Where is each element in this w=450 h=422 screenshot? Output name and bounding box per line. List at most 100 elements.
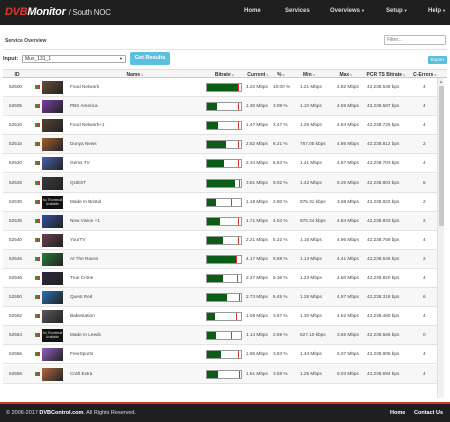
bitrate-bar [206,83,242,92]
cell-min: 1.15 Mbps [300,236,322,242]
channel-thumbnail[interactable] [42,176,63,190]
footer-home-link[interactable]: Home [390,410,405,416]
table-scrollbar[interactable]: ▲ [437,78,444,398]
channel-thumbnail[interactable] [42,291,63,305]
table-row[interactable]: No Thumbnail Available 52554 Made In Leeds… [3,326,439,346]
filter-input[interactable] [384,35,446,45]
channel-thumbnail[interactable]: No Thumbnail Available [42,195,63,209]
copyright-prefix: © 2006-2017 [6,410,38,416]
cell-current: 2.27 Mbps [246,275,268,280]
channel-thumbnail[interactable] [42,119,63,133]
nav-label: Help [428,8,442,14]
cell-errors: 2 [423,198,426,204]
table-row[interactable]: 52556 FreeSports 1.86 Mbps 3.83 % 1.44 Mbps 6… [3,345,439,365]
footer: © 2006-2017 DVBControl.com. All Rights R… [0,404,450,422]
table-row[interactable]: No Thumbnail Available 52530 Made In Brist… [3,193,439,212]
bitrate-max-marker [230,332,232,340]
cell-max: 4.62 Mbps [337,313,359,319]
channel-thumbnail[interactable] [42,310,63,324]
channel-thumbnail[interactable] [42,138,63,152]
cell-pcr: 42,238.812 bps [367,141,400,147]
export-button[interactable]: Export [428,56,447,64]
footer-contact-link[interactable]: Contact Us [414,410,443,416]
bitrate-bar [206,350,242,360]
bitrate-max-marker [239,370,240,378]
table-row[interactable]: 52540 YourTV 2.21 Mbps 5.22 % 1.15 Mbps 4.96 … [3,231,439,250]
input-select-value: Mux_131_1 [25,56,52,62]
table-row[interactable]: 52525 QUEST 3.81 Mbps 9.02 % 1.42 Mbps 5.26 M… [3,173,439,193]
cell-pcr: 42,238.833 bps [367,217,400,223]
status-flag-icon [35,199,40,204]
cell-min: 1.23 Mbps [300,275,322,280]
cell-current: 2.62 Mbps [246,141,268,147]
copyright-brand-link[interactable]: DVBControl.com [39,410,83,416]
nav-help[interactable]: Help▼ [428,8,446,14]
channel-thumbnail[interactable]: No Thumbnail Available [42,329,63,343]
table-row[interactable]: 52550 Quest Red 2.73 Mbps 6.45 % 1.28 Mbps 4.… [3,288,439,308]
nav-label: Overviews [330,8,361,14]
scrollbar-thumb[interactable] [439,86,444,226]
cell-max: 4.87 Mbps [337,160,359,166]
table-row[interactable]: 52520 Gems TV 2.34 Mbps 5.53 % 1.41 Mbps 4.87… [3,154,439,174]
table-row[interactable]: 52510 Food Network+1 1.47 Mbps 3.47 % 1.26 M… [3,116,439,136]
caret-down-icon: ▼ [442,8,446,13]
nav-setup[interactable]: Setup▼ [386,8,408,14]
status-flag-icon [35,276,40,280]
nav-home[interactable]: Home [244,8,261,14]
table-row[interactable]: 52546 True Crime 2.27 Mbps 5.36 % 1.23 Mbps 4… [3,269,439,288]
bitrate-bar-fill [207,255,237,263]
brand-monitor: Monitor [27,6,66,18]
nav-label: Setup [386,8,403,14]
channel-thumbnail[interactable] [42,81,63,94]
cell-pct: 9.02 % [273,179,288,185]
channel-thumbnail[interactable] [42,252,63,266]
scroll-up-icon[interactable]: ▲ [439,79,443,84]
sort-icon: ⇅ [281,73,285,77]
channel-thumbnail[interactable] [42,233,63,247]
table-row[interactable]: 52500 Food Network 4.22 Mbps 10.00 % 1.21 Mb… [3,78,439,97]
cell-current: 4.22 Mbps [246,84,268,89]
bitrate-bar [206,254,242,264]
cell-max: 3.68 Mbps [337,198,359,204]
cell-id: 52535 [9,217,23,223]
cell-current: 2.73 Mbps [246,294,268,300]
channel-thumbnail[interactable] [42,272,63,285]
cell-id: 52552 [9,313,23,319]
cell-pct: 2.80 % [273,198,288,204]
channel-thumbnail[interactable] [42,100,63,114]
bitrate-max-marker [237,103,239,111]
table-row[interactable]: 52535 New Vision +1 1.71 Mbps 4.04 % 875.34 … [3,211,439,231]
cell-pct: 3.08 % [273,103,288,109]
sort-icon: ⇅ [433,73,437,77]
table-row[interactable]: 52515 Dunya News 2.62 Mbps 6.21 % 767.05 kbp… [3,135,439,155]
nav-overviews[interactable]: Overviews▼ [330,8,365,14]
channel-thumbnail[interactable] [42,214,63,228]
cell-current: 4.17 Mbps [246,255,268,261]
cell-pct: 9.88 % [273,255,288,261]
bitrate-bar-fill [207,141,227,149]
cell-name: True Crime [70,275,94,280]
table-row[interactable]: 52558 Craft Extra 1.51 Mbps 3.58 % 1.25 Mbps… [3,364,439,384]
bitrate-max-marker [236,275,238,282]
bitrate-max-marker [237,160,239,168]
bitrate-max-marker [238,236,240,244]
status-flag-icon [35,352,40,357]
channel-thumbnail[interactable] [42,367,63,381]
get-results-button[interactable]: Get Results [130,52,170,65]
table-row[interactable]: 52552 Babestation 1.08 Mbps 3.87 % 1.30 Mbps… [3,307,439,327]
table-row[interactable]: 52505 PBS America 1.30 Mbps 3.08 % 1.10 Mbps… [3,97,439,117]
status-flag-icon [35,237,40,242]
bitrate-bar [206,312,242,322]
cell-max: 4.96 Mbps [337,236,359,242]
table-row[interactable]: 52545 At The Races 4.17 Mbps 9.88 % 1.13 Mbp… [3,249,439,269]
brand-logo[interactable]: DVBMonitor / South NOC [5,6,111,18]
cell-name: Gems TV [70,160,90,166]
nav-services[interactable]: Services [285,8,310,14]
cell-id: 52500 [9,84,23,89]
bitrate-max-marker [237,122,239,130]
bitrate-bar [206,293,242,303]
channel-thumbnail[interactable] [42,157,63,171]
input-select[interactable]: Mux_131_1 ▼ [22,55,126,63]
cell-id: 52525 [9,179,23,185]
channel-thumbnail[interactable] [42,348,63,362]
